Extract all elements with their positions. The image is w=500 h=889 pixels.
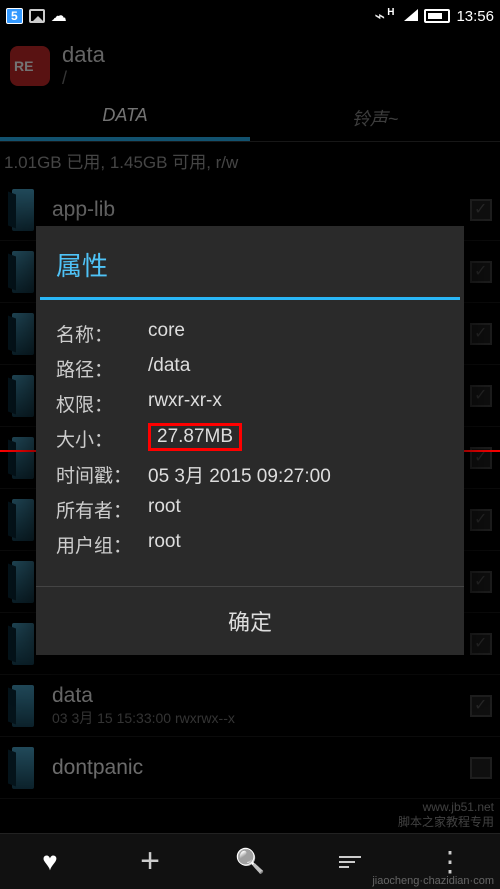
ok-button[interactable]: 确定 [36,587,464,655]
app-header: RE data / [0,32,500,95]
item-checkbox[interactable] [470,571,492,593]
watermark-footer: jiaocheng·chazidian·com [372,875,494,887]
search-button[interactable] [200,834,300,889]
prop-value-group: root [148,531,181,558]
folder-icon [2,685,42,727]
item-checkbox[interactable] [470,757,492,779]
prop-label-group: 用户组： [56,531,134,558]
picture-icon [29,9,45,23]
item-checkbox[interactable] [470,261,492,283]
tab-data[interactable]: DATA [0,95,250,141]
item-name: dontpanic [52,756,460,780]
prop-value-owner: root [148,496,181,523]
prop-label-perm: 权限： [56,390,134,417]
prop-label-time: 时间戳： [56,461,134,488]
item-checkbox[interactable] [470,199,492,221]
tab-bar: DATA 铃声~ [0,95,500,142]
prop-label-path: 路径： [56,355,134,382]
prop-label-name: 名称： [56,320,134,347]
storage-summary: 1.01GB 已用, 1.45GB 可用, r/w [0,142,500,179]
dialog-title: 属性 [36,226,464,297]
list-item[interactable]: dontpanic [0,737,500,799]
network-type: H [387,7,394,18]
properties-dialog: 属性 名称： core 路径： /data 权限： rwxr-xr-x 大小： 27.8… [36,226,464,655]
dialog-divider [40,297,460,300]
current-path: / [62,68,105,89]
current-folder-name: data [62,42,105,68]
watermark: www.jb51.net 脚本之家教程专用 [398,800,494,829]
item-checkbox[interactable] [470,633,492,655]
folder-icon [2,189,42,231]
item-checkbox[interactable] [470,385,492,407]
prop-label-owner: 所有者： [56,496,134,523]
prop-label-size: 大小： [56,425,134,453]
item-meta: 03 3月 15 15:33:00 rwxrwx--x [52,708,460,728]
clock: 13:56 [456,8,494,25]
vibrate-icon: ⌁ [374,6,385,27]
app-logo: RE [10,46,50,86]
dialog-body: 名称： core 路径： /data 权限： rwxr-xr-x 大小： 27.87MB… [36,308,464,586]
add-button[interactable] [100,834,200,889]
notification-count-badge: 5 [6,8,23,24]
signal-icon [404,8,418,25]
tab-ringtone[interactable]: 铃声~ [250,95,500,141]
item-checkbox[interactable] [470,695,492,717]
item-checkbox[interactable] [470,509,492,531]
battery-icon [424,9,450,23]
prop-value-perm: rwxr-xr-x [148,390,222,417]
list-item[interactable]: data 03 3月 15 15:33:00 rwxrwx--x [0,675,500,737]
prop-value-path: /data [148,355,190,382]
prop-value-name: core [148,320,185,347]
item-name: app-lib [52,198,460,222]
cloud-rain-icon: ☁ [51,6,67,26]
folder-icon [2,747,42,789]
item-name: data [52,684,460,708]
status-bar: 5 ☁ ⌁ H 13:56 [0,0,500,32]
item-checkbox[interactable] [470,323,492,345]
prop-value-time: 05 3月 2015 09:27:00 [148,461,331,488]
favorites-button[interactable] [0,834,100,889]
prop-value-size: 27.87MB [148,423,242,451]
